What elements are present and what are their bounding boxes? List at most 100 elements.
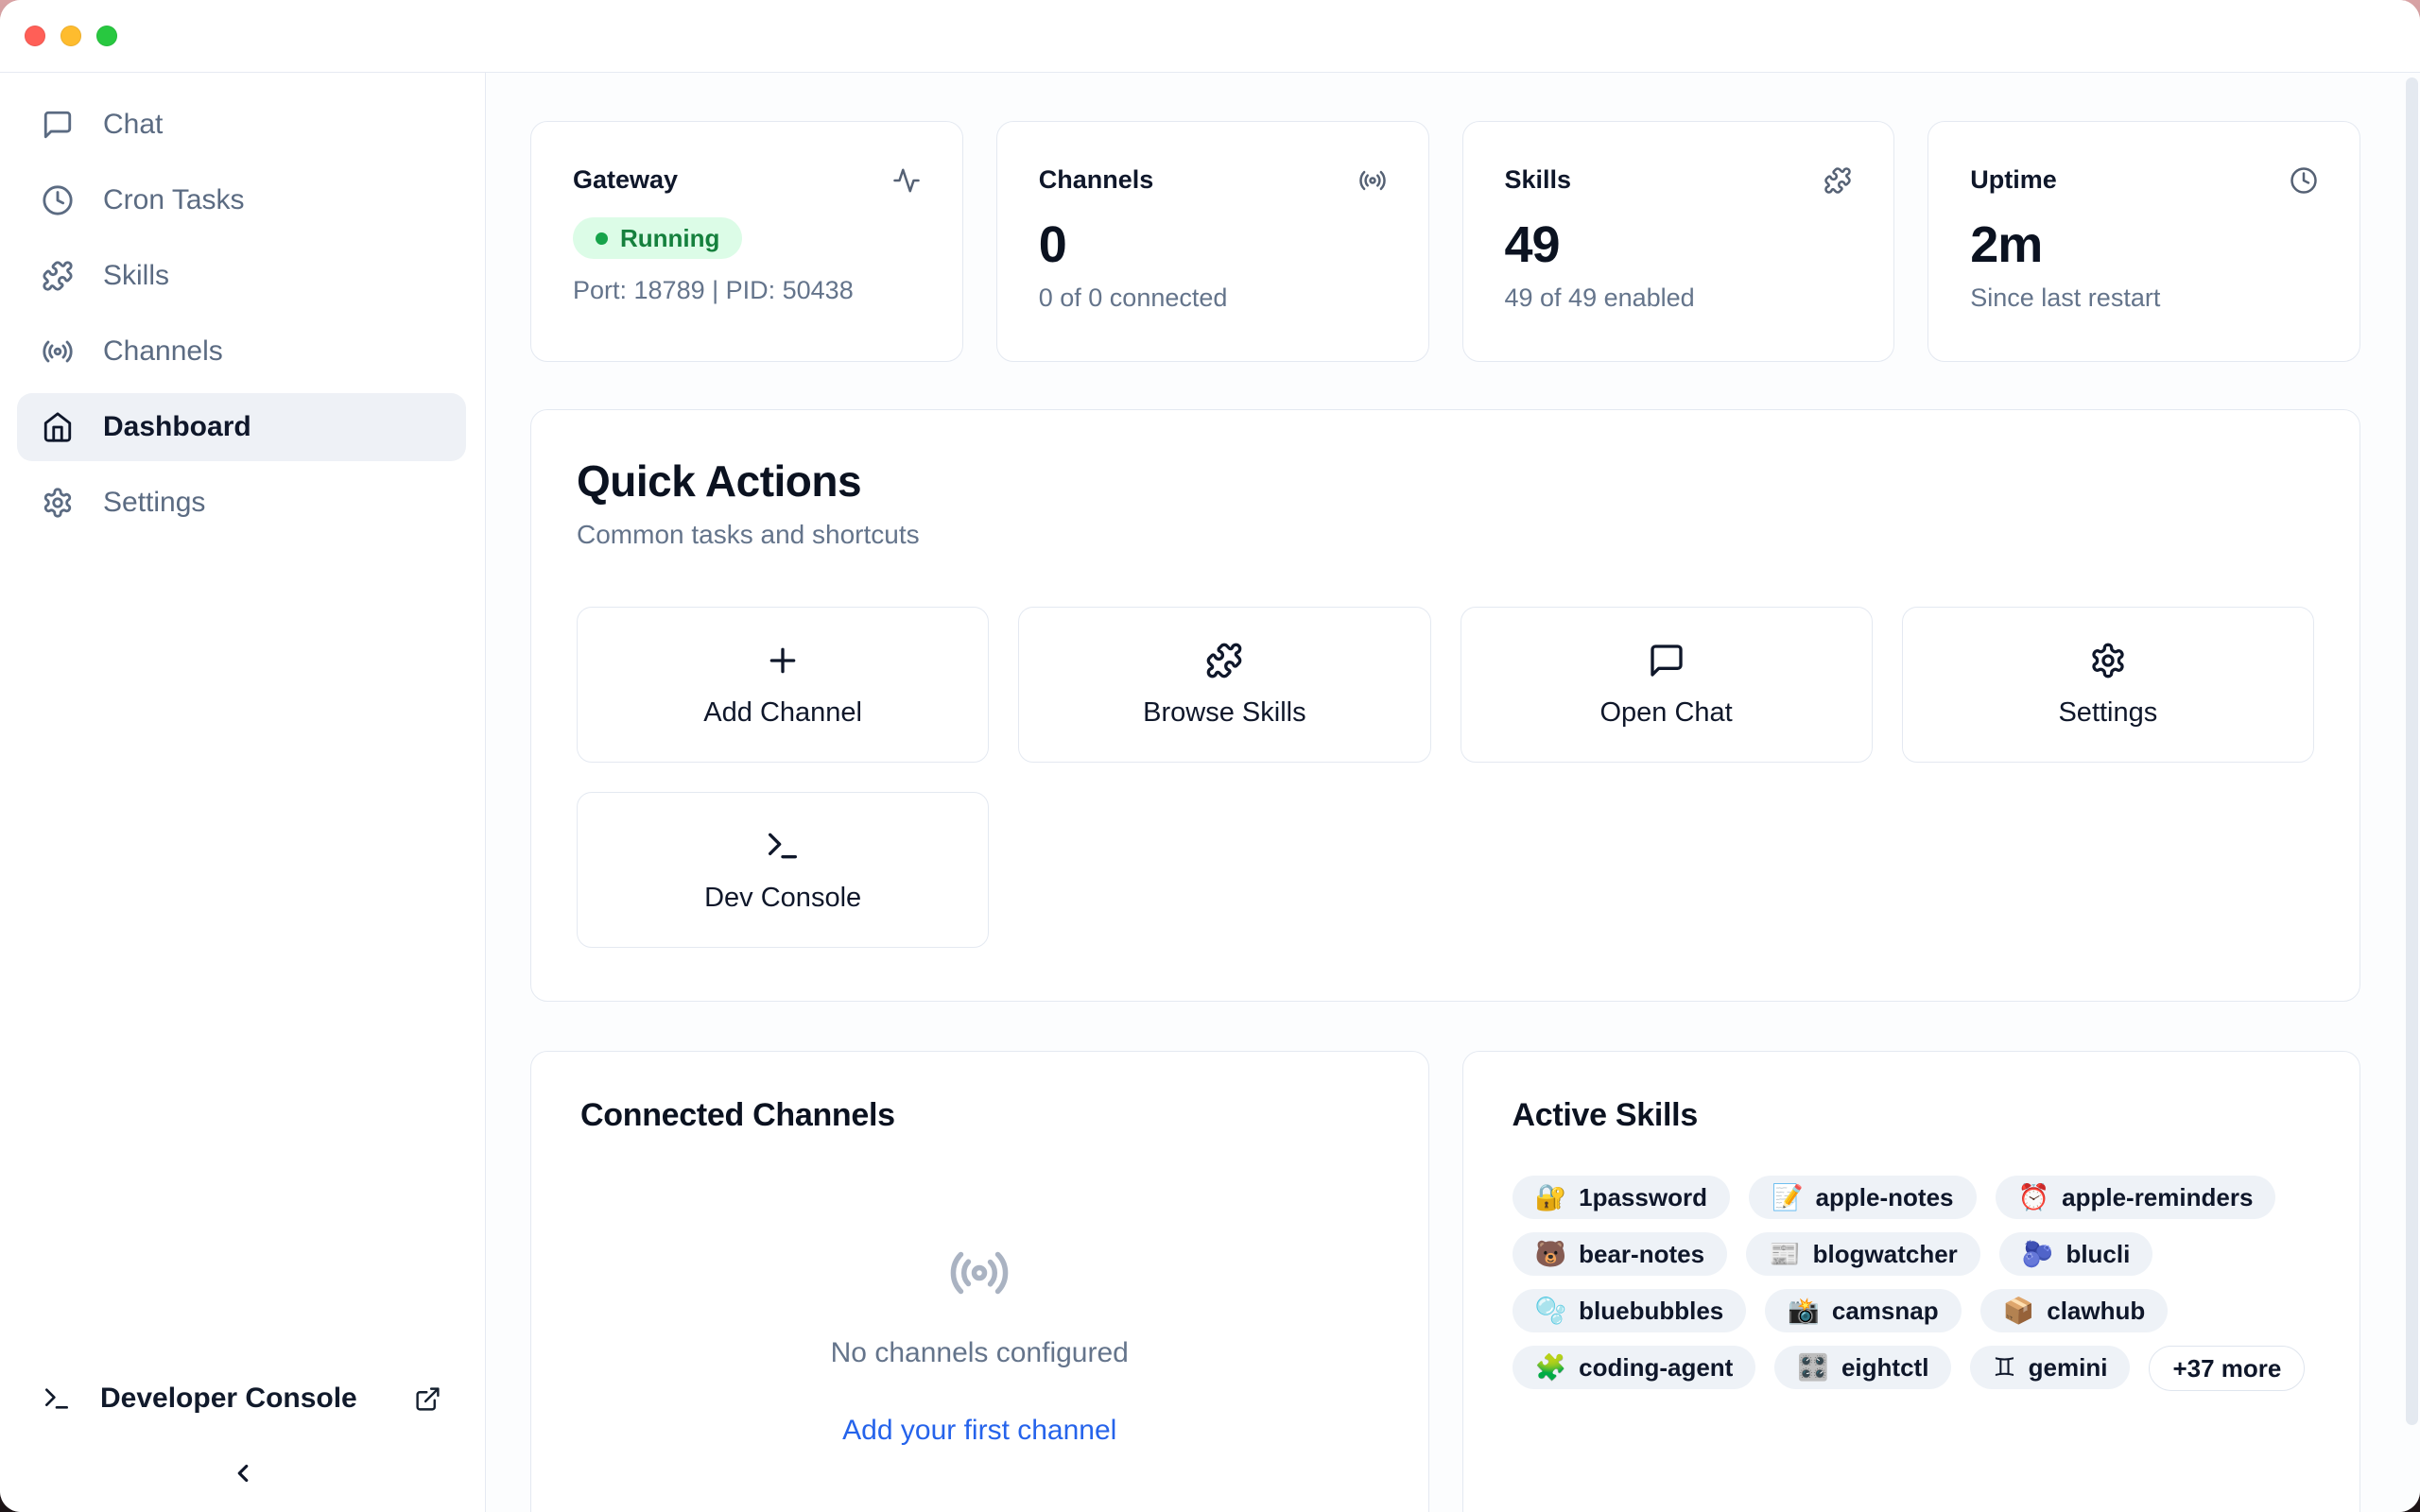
skill-emoji-icon: 🎛️	[1797, 1355, 1829, 1381]
add-first-channel-link[interactable]: Add your first channel	[580, 1415, 1379, 1447]
stat-title: Gateway	[573, 165, 678, 195]
skill-pill[interactable]: 🐻 bear-notes	[1512, 1232, 1728, 1276]
puzzle-icon	[1205, 642, 1243, 679]
stat-value: 2m	[1970, 219, 2318, 270]
sidebar-item-label: Chat	[103, 109, 163, 141]
status-badge: Running	[573, 217, 742, 259]
skill-emoji-icon: 🫐	[2022, 1242, 2054, 1267]
open-chat-button[interactable]: Open Chat	[1461, 607, 1873, 763]
titlebar	[0, 0, 2420, 73]
close-window-button[interactable]	[25, 26, 45, 46]
sidebar-item-dashboard[interactable]: Dashboard	[17, 393, 466, 461]
quick-actions-title: Quick Actions	[577, 455, 2314, 507]
sidebar-footer: Developer Console	[0, 1365, 485, 1512]
status-label: Running	[620, 224, 719, 253]
sidebar: Chat Cron Tasks Skills Channels Dashboar…	[0, 73, 486, 1512]
skills-pill-list: 🔐 1password 📝 apple-notes ⏰apple-reminders…	[1512, 1176, 2311, 1391]
active-skills-card: Active Skills 🔐1password 📝apple-notes ⏰a…	[1462, 1051, 2361, 1512]
skill-pill[interactable]: 📰 blogwatcher	[1746, 1232, 1980, 1276]
sidebar-item-settings[interactable]: Settings	[17, 469, 466, 537]
gear-icon	[42, 487, 74, 519]
clock-icon	[2290, 166, 2318, 195]
radio-icon	[948, 1242, 1011, 1304]
skill-pill[interactable]: ♊ gemini	[1970, 1346, 2130, 1389]
skill-pill[interactable]: 🧩coding-agent	[1512, 1346, 1756, 1389]
terminal-icon	[764, 827, 802, 865]
sidebar-item-label: Cron Tasks	[103, 184, 245, 216]
skill-name: gemini	[2029, 1353, 2108, 1383]
skill-emoji-icon: 🔐	[1535, 1185, 1567, 1211]
sidebar-item-label: Skills	[103, 260, 169, 292]
skill-name: blogwatcher	[1813, 1240, 1958, 1269]
sidebar-item-chat[interactable]: Chat	[17, 91, 466, 159]
action-label: Add Channel	[703, 697, 862, 729]
skill-pill[interactable]: 🫧bluebubbles	[1512, 1289, 1747, 1332]
skill-name: apple-notes	[1816, 1183, 1954, 1212]
stat-detail: Port: 18789 | PID: 50438	[573, 276, 921, 305]
action-label: Dev Console	[704, 883, 861, 914]
action-label: Browse Skills	[1143, 697, 1305, 729]
skill-name: camsnap	[1832, 1297, 1939, 1326]
stat-card-skills: Skills 49 49 of 49 enabled	[1462, 121, 1895, 362]
add-channel-button[interactable]: Add Channel	[577, 607, 989, 763]
stat-detail: 49 of 49 enabled	[1505, 284, 1853, 313]
terminal-icon	[42, 1383, 72, 1414]
empty-state-text: No channels configured	[580, 1337, 1379, 1369]
skill-pill[interactable]: 🫐blucli	[1999, 1232, 2153, 1276]
main-content: Gateway Running Port: 18789 | PID: 50438…	[486, 73, 2420, 1512]
stat-card-gateway: Gateway Running Port: 18789 | PID: 50438	[530, 121, 963, 362]
skill-emoji-icon: 📰	[1769, 1242, 1801, 1267]
window-controls	[25, 26, 117, 46]
skill-pill[interactable]: 📦clawhub	[1980, 1289, 2169, 1332]
sidebar-item-label: Dashboard	[103, 411, 251, 443]
connected-channels-title: Connected Channels	[580, 1097, 1379, 1134]
puzzle-icon	[1824, 166, 1852, 195]
skill-emoji-icon: 📸	[1788, 1298, 1820, 1324]
settings-button[interactable]: Settings	[1902, 607, 2314, 763]
action-label: Open Chat	[1599, 697, 1732, 729]
message-square-icon	[1648, 642, 1685, 679]
skill-pill[interactable]: 🔐 1password	[1512, 1176, 1730, 1219]
skill-emoji-icon: 🫧	[1535, 1298, 1567, 1324]
stat-card-uptime: Uptime 2m Since last restart	[1927, 121, 2360, 362]
stat-title: Channels	[1039, 165, 1154, 195]
quick-actions-panel: Quick Actions Common tasks and shortcuts…	[530, 409, 2360, 1002]
skill-pill[interactable]: 🎛️ eightctl	[1774, 1346, 1951, 1389]
skill-emoji-icon: 🐻	[1535, 1242, 1567, 1267]
stat-title: Skills	[1505, 165, 1572, 195]
sidebar-item-channels[interactable]: Channels	[17, 318, 466, 386]
app-window: Chat Cron Tasks Skills Channels Dashboar…	[0, 0, 2420, 1512]
minimize-window-button[interactable]	[60, 26, 81, 46]
skill-emoji-icon: 📝	[1772, 1185, 1804, 1211]
skill-name: eightctl	[1841, 1353, 1928, 1383]
skill-emoji-icon: 📦	[2003, 1298, 2035, 1324]
browse-skills-button[interactable]: Browse Skills	[1018, 607, 1430, 763]
skill-name: coding-agent	[1579, 1353, 1733, 1383]
scrollbar-thumb[interactable]	[2406, 77, 2418, 1425]
stat-detail: 0 of 0 connected	[1039, 284, 1387, 313]
sidebar-item-skills[interactable]: Skills	[17, 242, 466, 310]
more-skills-pill[interactable]: +37 more	[2149, 1346, 2305, 1391]
sidebar-nav: Chat Cron Tasks Skills Channels Dashboar…	[0, 73, 485, 544]
skill-pill[interactable]: ⏰apple-reminders	[1996, 1176, 2276, 1219]
skill-pill[interactable]: 📝 apple-notes	[1749, 1176, 1977, 1219]
quick-actions-subtitle: Common tasks and shortcuts	[577, 520, 2314, 550]
chevron-left-icon	[229, 1459, 257, 1487]
quick-actions-grid: Add Channel Browse Skills Open Chat	[577, 607, 2314, 948]
skill-name: 1password	[1579, 1183, 1707, 1212]
radio-icon	[42, 335, 74, 368]
stat-value: 49	[1505, 219, 1853, 270]
developer-console-link[interactable]: Developer Console	[42, 1365, 441, 1433]
skill-name: bear-notes	[1579, 1240, 1704, 1269]
home-icon	[42, 411, 74, 443]
sidebar-collapse-button[interactable]	[0, 1459, 485, 1487]
external-link-icon[interactable]	[414, 1385, 441, 1413]
developer-console-label: Developer Console	[100, 1383, 357, 1415]
skill-emoji-icon: ♊	[1993, 1355, 2015, 1381]
clock-icon	[42, 184, 74, 216]
sidebar-item-label: Channels	[103, 335, 223, 368]
zoom-window-button[interactable]	[96, 26, 117, 46]
skill-pill[interactable]: 📸 camsnap	[1765, 1289, 1961, 1332]
dev-console-button[interactable]: Dev Console	[577, 792, 989, 948]
sidebar-item-cron-tasks[interactable]: Cron Tasks	[17, 166, 466, 234]
